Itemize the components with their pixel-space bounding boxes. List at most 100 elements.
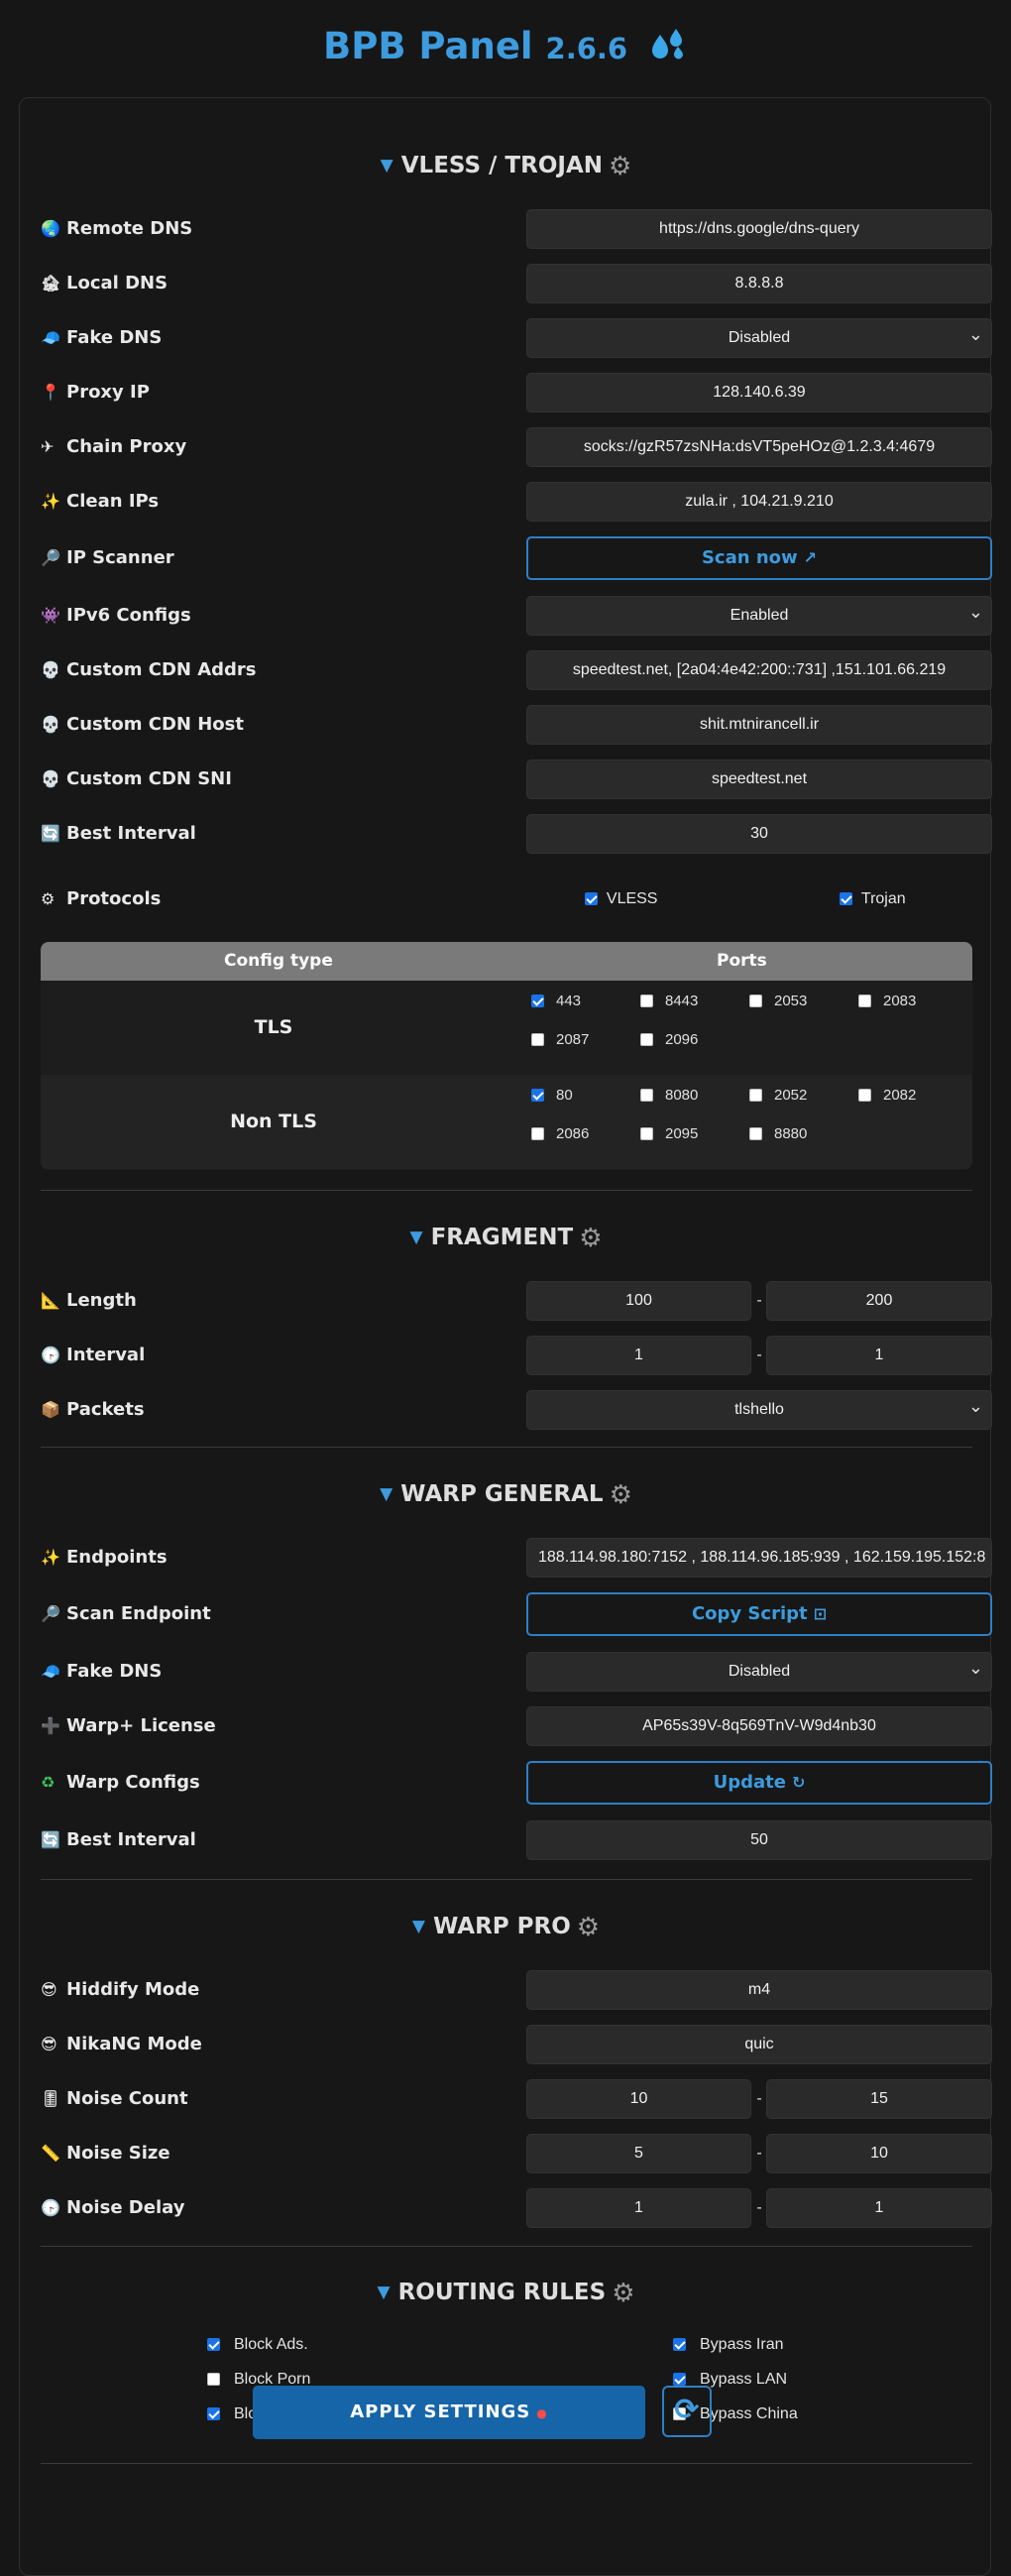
- length-label: Length: [66, 1290, 137, 1311]
- section-warp-general[interactable]: ▼ WARP GENERAL ⚙: [20, 1476, 992, 1512]
- port-2086-checkbox[interactable]: 2086: [531, 1125, 589, 1142]
- airplane-icon: ✈: [41, 437, 55, 456]
- section-warp-pro[interactable]: ▼ WARP PRO ⚙: [20, 1909, 992, 1944]
- port-8443-checkbox[interactable]: 8443: [640, 993, 698, 1009]
- port-2096-checkbox[interactable]: 2096: [640, 1031, 698, 1048]
- skull-icon: 💀: [41, 660, 60, 679]
- warp-license-row: ➕ Warp+ License AP65s39V-8q569TnV-W9d4nb3…: [41, 1706, 992, 1746]
- noise-count-min-input[interactable]: 10: [526, 2079, 751, 2119]
- warp-configs-label: Warp Configs: [66, 1772, 200, 1793]
- update-button[interactable]: Update ↻: [526, 1761, 992, 1805]
- port-2052-checkbox[interactable]: 2052: [749, 1087, 807, 1104]
- port-443-checkbox[interactable]: 443: [531, 993, 581, 1009]
- noise-count-max-input[interactable]: 15: [766, 2079, 992, 2119]
- divider: [41, 1190, 972, 1191]
- port-8880-checkbox[interactable]: 8880: [749, 1125, 807, 1142]
- noise-count-label: Noise Count: [66, 2088, 188, 2109]
- noise-delay-label: Noise Delay: [66, 2197, 185, 2218]
- trojan-checkbox[interactable]: Trojan: [840, 879, 906, 919]
- port-2095-checkbox[interactable]: 2095: [640, 1125, 698, 1142]
- port-2087-checkbox[interactable]: 2087: [531, 1031, 589, 1048]
- magnifier-icon: 🔎: [41, 548, 60, 567]
- house-icon: 🏚: [41, 274, 61, 293]
- collapse-triangle-icon: ▼: [380, 1484, 393, 1504]
- triangle-ruler-icon: 📐: [41, 1291, 60, 1310]
- fake-dns-select[interactable]: Disabled: [526, 318, 992, 358]
- remote-dns-input[interactable]: https://dns.google/dns-query: [526, 209, 992, 249]
- scan-now-button[interactable]: Scan now ↗: [526, 536, 992, 580]
- interval-max-input[interactable]: 1: [766, 1336, 992, 1375]
- section-title-warp-pro: WARP PRO: [432, 1914, 571, 1939]
- interval-label: Interval: [66, 1345, 146, 1365]
- cdn-addrs-input[interactable]: speedtest.net, [2a04:4e42:200::731] ,151…: [526, 650, 992, 690]
- local-dns-input[interactable]: 8.8.8.8: [526, 264, 992, 303]
- port-8080-checkbox[interactable]: 8080: [640, 1087, 698, 1104]
- tls-row: TLS 443 8443 2053 2083 2087 2096: [41, 981, 972, 1075]
- section-fragment[interactable]: ▼ FRAGMENT ⚙: [20, 1220, 992, 1255]
- local-dns-label: Local DNS: [66, 273, 168, 293]
- warp-fake-dns-select[interactable]: Disabled: [526, 1652, 992, 1692]
- length-min-input[interactable]: 100: [526, 1281, 751, 1321]
- ports-table-header: Config type Ports: [41, 942, 972, 981]
- clock-icon: 🕞: [41, 2198, 60, 2217]
- alien-icon: 👾: [41, 606, 60, 625]
- cdn-sni-input[interactable]: speedtest.net: [526, 760, 992, 799]
- copy-script-button[interactable]: Copy Script ⊡: [526, 1592, 992, 1636]
- chain-proxy-input[interactable]: socks://gzR57zsNHa:dsVT5peHOz@1.2.3.4:46…: [526, 427, 992, 467]
- noise-size-min-input[interactable]: 5: [526, 2134, 751, 2173]
- port-2083-checkbox[interactable]: 2083: [858, 993, 916, 1009]
- fragment-length-row: 📐 Length 100 - 200: [41, 1281, 992, 1321]
- noise-size-max-input[interactable]: 10: [766, 2134, 992, 2173]
- slider-icon: 🎚: [41, 2089, 61, 2108]
- ipv6-select[interactable]: Enabled: [526, 596, 992, 636]
- cdn-host-input[interactable]: shit.mtnirancell.ir: [526, 705, 992, 745]
- port-80-checkbox[interactable]: 80: [531, 1087, 573, 1104]
- port-2053-checkbox[interactable]: 2053: [749, 993, 807, 1009]
- clean-ips-input[interactable]: zula.ir , 104.21.9.210: [526, 482, 992, 522]
- cdn-addrs-row: 💀 Custom CDN Addrs speedtest.net, [2a04:4…: [41, 650, 992, 690]
- collapse-triangle-icon: ▼: [411, 1917, 425, 1936]
- warp-license-input[interactable]: AP65s39V-8q569TnV-W9d4nb30: [526, 1706, 992, 1746]
- gear-icon: ⚙: [612, 2279, 635, 2308]
- endpoints-input[interactable]: 188.114.98.180:7152 , 188.114.96.185:939…: [526, 1538, 992, 1578]
- refresh-icon[interactable]: ⟳: [662, 2386, 712, 2437]
- collapse-triangle-icon: ▼: [380, 156, 393, 176]
- section-routing-rules[interactable]: ▼ ROUTING RULES ⚙: [20, 2275, 992, 2310]
- chain-proxy-label: Chain Proxy: [66, 436, 187, 457]
- port-2082-checkbox[interactable]: 2082: [858, 1087, 916, 1104]
- section-vless-trojan[interactable]: ▼ VLESS / TROJAN ⚙: [20, 148, 992, 183]
- protocols-label: Protocols: [66, 888, 162, 909]
- apply-settings-button[interactable]: APPLY SETTINGS ●: [253, 2386, 645, 2439]
- interval-min-input[interactable]: 1: [526, 1336, 751, 1375]
- vless-checkbox[interactable]: VLESS: [585, 879, 657, 919]
- divider: [41, 1879, 972, 1880]
- hiddify-mode-input[interactable]: m4: [526, 1970, 992, 2010]
- remote-dns-row: 🌏 Remote DNS https://dns.google/dns-query: [41, 209, 992, 249]
- warp-best-interval-row: 🔄 Best Interval 50: [41, 1820, 992, 1860]
- proxy-ip-input[interactable]: 128.140.6.39: [526, 373, 992, 412]
- length-max-input[interactable]: 200: [766, 1281, 992, 1321]
- best-interval-label: Best Interval: [66, 823, 196, 844]
- cap-icon: 🧢: [41, 328, 60, 347]
- ip-scanner-label: IP Scanner: [66, 547, 174, 568]
- skull-icon: 💀: [41, 769, 60, 788]
- best-interval-input[interactable]: 30: [526, 814, 992, 854]
- remote-dns-label: Remote DNS: [66, 218, 193, 239]
- nikang-mode-input[interactable]: quic: [526, 2025, 992, 2064]
- external-link-icon: ↗: [803, 548, 818, 567]
- page-title: BPB Panel 2.6.6: [0, 22, 1011, 75]
- sparkles-icon: ✨: [41, 1548, 60, 1567]
- bypass-iran-checkbox[interactable]: Bypass Iran: [673, 2336, 783, 2354]
- skull-icon: 💀: [41, 715, 60, 734]
- warp-fake-dns-label: Fake DNS: [66, 1661, 163, 1682]
- packets-select[interactable]: tlshello: [526, 1390, 992, 1430]
- warp-best-interval-input[interactable]: 50: [526, 1820, 992, 1860]
- scan-endpoint-label: Scan Endpoint: [66, 1603, 211, 1624]
- noise-delay-max-input[interactable]: 1: [766, 2188, 992, 2228]
- ruler-icon: 📏: [41, 2144, 60, 2163]
- block-ads-checkbox[interactable]: Block Ads.: [207, 2336, 308, 2354]
- package-icon: 📦: [41, 1400, 60, 1419]
- ip-scanner-row: 🔎 IP Scanner Scan now ↗: [41, 536, 992, 580]
- noise-delay-min-input[interactable]: 1: [526, 2188, 751, 2228]
- alert-dot-icon: ●: [536, 2406, 548, 2420]
